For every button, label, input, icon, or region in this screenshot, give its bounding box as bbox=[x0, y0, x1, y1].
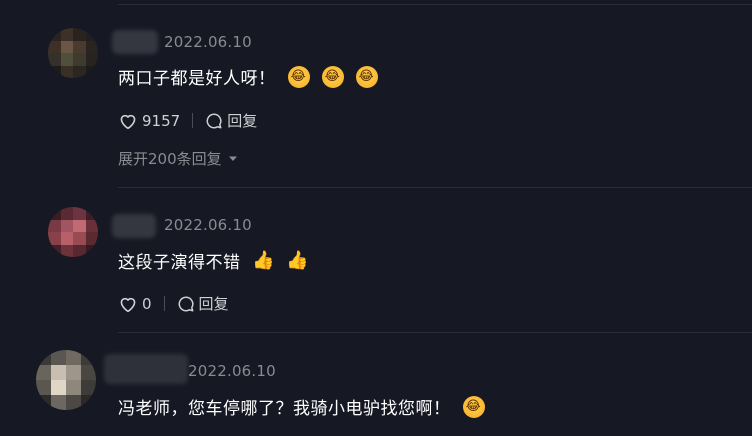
comment-text: 两口子都是好人呀！ bbox=[118, 69, 276, 89]
like-button[interactable]: 0 bbox=[118, 295, 152, 313]
caret-down-icon bbox=[228, 156, 237, 161]
username-blurred[interactable] bbox=[112, 30, 158, 54]
reply-label: 回复 bbox=[198, 295, 229, 313]
laugh-cry-emoji: 😂 bbox=[321, 65, 344, 88]
avatar[interactable] bbox=[36, 350, 96, 410]
top-divider bbox=[118, 4, 752, 5]
comment-date: 2022.06.10 bbox=[164, 33, 252, 51]
comment-text-row: 冯老师，您车停哪了？我骑小电驴找您啊！ 😂 bbox=[118, 394, 485, 419]
heart-icon bbox=[120, 114, 136, 129]
comment-date: 2022.06.10 bbox=[164, 216, 252, 234]
like-button[interactable]: 9157 bbox=[118, 112, 180, 130]
reply-button[interactable]: 回复 bbox=[177, 293, 229, 314]
laugh-cry-emoji: 😂 bbox=[287, 65, 310, 88]
comment-divider bbox=[118, 187, 752, 188]
reply-bubble-icon bbox=[206, 112, 222, 128]
heart-icon bbox=[120, 297, 136, 312]
action-separator bbox=[192, 113, 194, 128]
comment-date: 2022.06.10 bbox=[188, 362, 276, 380]
laugh-cry-emoji: 😂 bbox=[355, 65, 378, 88]
thumbs-up-emoji: 👍 bbox=[286, 249, 309, 271]
expand-replies-label: 展开200条回复 bbox=[118, 150, 222, 168]
reply-button[interactable]: 回复 bbox=[205, 110, 257, 131]
thumbs-up-emoji: 👍 bbox=[252, 249, 275, 271]
laugh-cry-emoji: 😂 bbox=[462, 395, 485, 418]
like-count: 0 bbox=[142, 294, 152, 313]
username-blurred[interactable] bbox=[104, 354, 188, 384]
like-count: 9157 bbox=[142, 111, 181, 130]
comment-text: 这段子演得不错 bbox=[118, 253, 241, 273]
comment-text-row: 这段子演得不错 👍 👍 bbox=[118, 248, 309, 274]
comment-actions: 9157 回复 bbox=[118, 110, 257, 131]
comment-text: 冯老师，您车停哪了？我骑小电驴找您啊！ bbox=[118, 399, 451, 419]
reply-bubble-icon bbox=[178, 295, 194, 311]
comment-text-row: 两口子都是好人呀！ 😂 😂 😂 bbox=[118, 64, 378, 89]
reply-label: 回复 bbox=[227, 112, 258, 130]
avatar[interactable] bbox=[48, 207, 98, 257]
avatar[interactable] bbox=[48, 28, 98, 78]
comment-divider bbox=[118, 332, 752, 333]
expand-replies-button[interactable]: 展开200条回复 bbox=[118, 148, 238, 169]
comment-actions: 0 回复 bbox=[118, 293, 229, 314]
action-separator bbox=[163, 296, 165, 311]
username-blurred[interactable] bbox=[112, 214, 156, 238]
